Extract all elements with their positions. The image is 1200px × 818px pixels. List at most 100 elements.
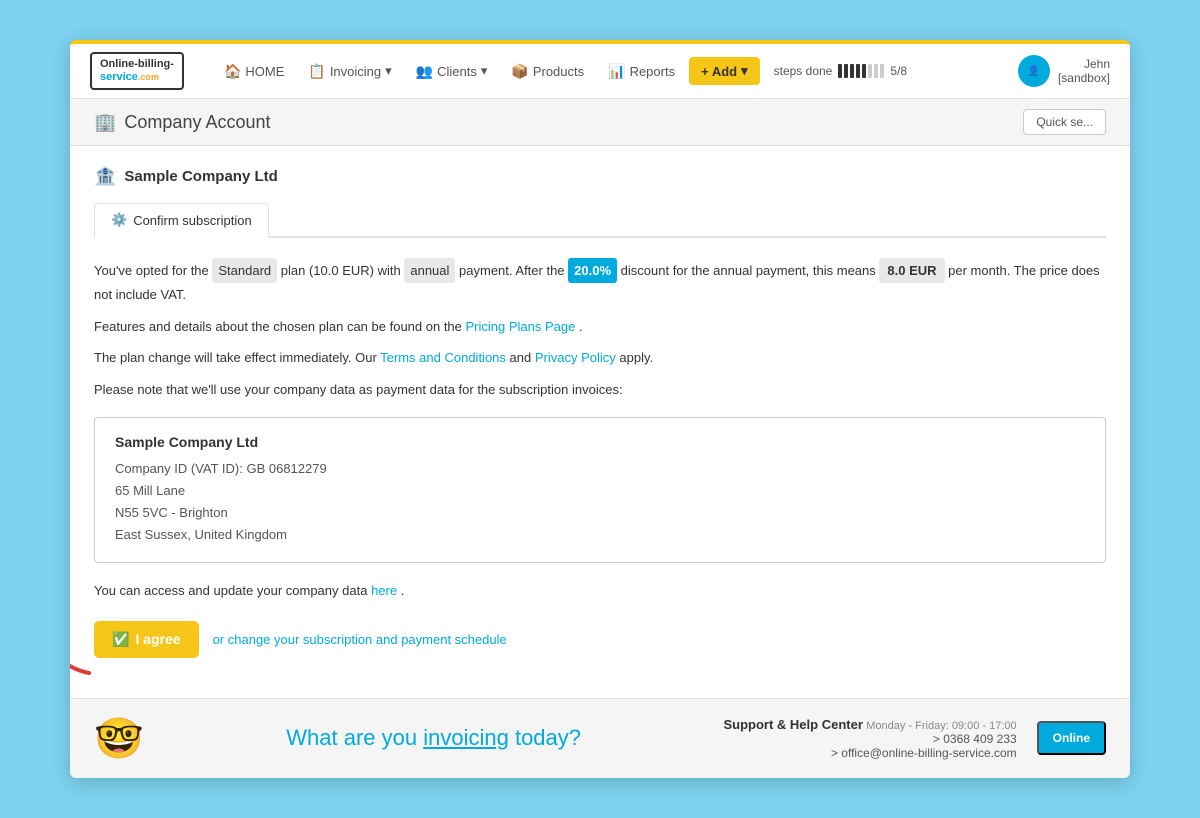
line1-mid3: discount for the annual payment, this me…	[621, 263, 876, 278]
clients-icon: 👥	[416, 63, 433, 80]
invoicing-icon: 📋	[308, 63, 325, 80]
discount-highlight: 20.0%	[568, 258, 617, 283]
company-header-icon: 🏦	[94, 166, 116, 187]
tagline-post: today?	[509, 725, 581, 750]
page-title: 🏢 Company Account	[94, 112, 271, 133]
logo-com: .com	[138, 72, 159, 82]
reports-icon: 📊	[608, 63, 625, 80]
company-icon: 🏢	[94, 112, 116, 133]
payment-type-highlight: annual	[404, 258, 455, 283]
page-header: 🏢 Company Account Quick se...	[70, 99, 1130, 146]
access-pre: You can access and update your company d…	[94, 583, 367, 598]
terms-link[interactable]: Terms and Conditions	[380, 350, 506, 365]
nav-invoicing[interactable]: 📋 Invoicing ▾	[298, 57, 401, 86]
change-link[interactable]: or change your subscription and payment …	[213, 632, 507, 647]
pricing-plans-link[interactable]: Pricing Plans Page	[466, 319, 576, 334]
step-bar-6	[868, 64, 872, 78]
content: 🏦 Sample Company Ltd ⚙️ Confirm subscrip…	[70, 146, 1130, 678]
price-highlight: 8.0 EUR	[879, 258, 944, 283]
online-button[interactable]: Online	[1037, 721, 1106, 755]
support-title: Support & Help Center	[723, 717, 862, 732]
footer: 🤓 What are you invoicing today? Support …	[70, 698, 1130, 778]
access-post: .	[401, 583, 405, 598]
company-card: Sample Company Ltd Company ID (VAT ID): …	[94, 417, 1106, 563]
nav-products[interactable]: 📦 Products	[501, 57, 594, 86]
tab-confirm-subscription[interactable]: ⚙️ Confirm subscription	[94, 203, 269, 238]
add-chevron-icon: ▾	[741, 63, 748, 79]
line2-pre: Features and details about the chosen pl…	[94, 319, 462, 334]
step-bar-2	[844, 64, 848, 78]
invoicing-chevron-icon: ▾	[385, 63, 392, 79]
nav-right: 👤 Jehn [sandbox]	[1018, 55, 1110, 87]
steps-label: steps done	[774, 64, 833, 78]
card-address1: 65 Mill Lane	[115, 480, 1085, 502]
footer-tagline: What are you invoicing today?	[164, 725, 704, 751]
card-company-name: Sample Company Ltd	[115, 434, 1085, 450]
access-line: You can access and update your company d…	[94, 579, 1106, 602]
agree-button[interactable]: ✅ I agree	[94, 621, 199, 658]
card-address3: East Sussex, United Kingdom	[115, 524, 1085, 546]
agree-check-icon: ✅	[112, 631, 129, 648]
step-bar-3	[850, 64, 854, 78]
support-email: > office@online-billing-service.com	[723, 746, 1016, 760]
user-subtitle: [sandbox]	[1058, 71, 1110, 85]
nav-home-label: HOME	[245, 64, 284, 79]
home-icon: 🏠	[224, 63, 241, 80]
card-address2: N55 5VC - Brighton	[115, 502, 1085, 524]
tabs: ⚙️ Confirm subscription	[94, 203, 1106, 238]
logo[interactable]: Online-billing- service.com	[90, 52, 184, 90]
line3-post: apply.	[619, 350, 653, 365]
browser-window: Online-billing- service.com 🏠 HOME 📋 Inv…	[70, 40, 1130, 778]
company-header: 🏦 Sample Company Ltd	[94, 166, 1106, 187]
products-icon: 📦	[511, 63, 528, 80]
steps-count: 5/8	[890, 64, 907, 78]
privacy-link[interactable]: Privacy Policy	[535, 350, 616, 365]
nav-reports-label: Reports	[630, 64, 676, 79]
steps-done: steps done 5/8	[774, 64, 907, 78]
line3-mid: and	[510, 350, 532, 365]
line1-mid2: payment. After the	[459, 263, 565, 278]
step-bar-1	[838, 64, 842, 78]
add-button[interactable]: + Add ▾	[689, 57, 760, 85]
description-line1: You've opted for the Standard plan (10.0…	[94, 258, 1106, 307]
nav-products-label: Products	[533, 64, 584, 79]
tab-label: Confirm subscription	[133, 213, 252, 228]
step-bar-5	[862, 64, 866, 78]
nav-clients[interactable]: 👥 Clients ▾	[406, 57, 498, 86]
agree-label: I agree	[135, 631, 180, 647]
agree-section: ✅ I agree or change your subscription an…	[94, 621, 507, 658]
line2-post: .	[579, 319, 583, 334]
line3-pre: The plan change will take effect immedia…	[94, 350, 377, 365]
card-vat: Company ID (VAT ID): GB 06812279	[115, 458, 1085, 480]
logo-service: service	[100, 71, 138, 83]
add-label: + Add	[701, 64, 737, 79]
description-line4: Please note that we'll use your company …	[94, 378, 1106, 401]
plan-highlight: Standard	[212, 258, 277, 283]
description-line3: The plan change will take effect immedia…	[94, 346, 1106, 369]
avatar: 👤	[1018, 55, 1050, 87]
line1-mid1: plan (10.0 EUR) with	[281, 263, 401, 278]
support-hours: Monday - Friday: 09:00 - 17:00	[866, 720, 1016, 732]
support-phone: > 0368 409 233	[723, 732, 1016, 746]
clients-chevron-icon: ▾	[481, 63, 488, 79]
line1-pre: You've opted for the	[94, 263, 209, 278]
step-bar-7	[874, 64, 878, 78]
nav-invoicing-label: Invoicing	[330, 64, 381, 79]
company-header-name: Sample Company Ltd	[124, 168, 277, 185]
nav-clients-label: Clients	[437, 64, 477, 79]
nav-reports[interactable]: 📊 Reports	[598, 57, 685, 86]
tagline-pre: What are you	[286, 725, 423, 750]
page-title-text: Company Account	[124, 112, 270, 133]
access-link[interactable]: here	[371, 583, 397, 598]
nav-home[interactable]: 🏠 HOME	[214, 57, 294, 86]
description-line2: Features and details about the chosen pl…	[94, 315, 1106, 338]
step-bar-8	[880, 64, 884, 78]
nav-items: 🏠 HOME 📋 Invoicing ▾ 👥 Clients ▾ 📦 Produ…	[214, 57, 1008, 86]
navbar: Online-billing- service.com 🏠 HOME 📋 Inv…	[70, 44, 1130, 99]
footer-support: Support & Help Center Monday - Friday: 0…	[723, 717, 1016, 760]
quick-search-button[interactable]: Quick se...	[1023, 109, 1106, 135]
mascot-icon: 🤓	[94, 715, 144, 762]
step-bar-4	[856, 64, 860, 78]
tagline-highlight: invoicing	[423, 725, 509, 750]
steps-bars	[838, 64, 884, 78]
